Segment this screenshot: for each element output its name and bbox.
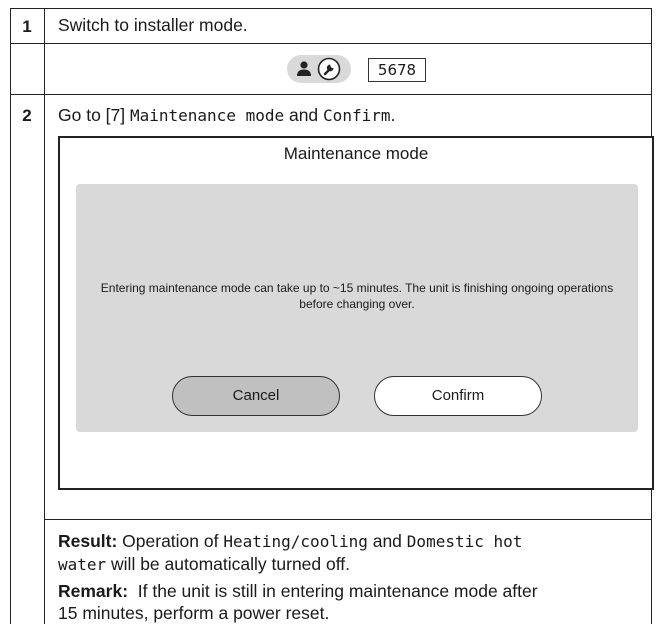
remark-line-1: If the unit is still in entering mainten… — [128, 581, 538, 601]
domestic-hot-water-name-cont: water — [58, 555, 107, 574]
result-end: will be automatically turned off. — [106, 554, 351, 574]
heating-cooling-name: Heating/cooling — [223, 532, 368, 551]
dialog-message: Entering maintenance mode can take up to… — [100, 281, 614, 311]
result-note: Result: Operation of Heating/cooling and… — [58, 530, 648, 576]
confirm-button[interactable]: Confirm — [374, 376, 542, 416]
person-icon — [297, 61, 311, 76]
remark-note: Remark: If the unit is still in entering… — [58, 580, 648, 624]
menu-name: Maintenance mode — [129, 106, 285, 125]
confirm-name: Confirm — [323, 106, 391, 125]
maintenance-dialog: Entering maintenance mode can take up to… — [76, 184, 638, 432]
cancel-button[interactable]: Cancel — [172, 376, 340, 416]
intro-suffix: . — [390, 105, 396, 125]
remark-label: Remark: — [58, 581, 129, 601]
screen-title: Maintenance mode — [283, 144, 429, 163]
domestic-hot-water-name: Domestic hot — [406, 532, 523, 551]
wrench-icon — [317, 57, 341, 81]
step-number: 2 — [22, 106, 32, 125]
pin-code: 5678 — [368, 58, 426, 82]
step-intro: Go to [7] Maintenance mode and Confirm. — [58, 104, 395, 127]
step-text: Switch to installer mode. — [58, 15, 248, 35]
result-text: Operation of — [117, 531, 224, 551]
result-and: and — [367, 531, 407, 551]
remark-line-2: 15 minutes, perform a power reset. — [58, 603, 330, 623]
user-mode-toggle — [287, 55, 351, 83]
intro-and: and — [284, 105, 324, 125]
controller-screen: Maintenance mode Entering maintenance mo… — [58, 136, 654, 490]
step-number: 1 — [22, 17, 32, 36]
result-label: Result: — [58, 531, 118, 551]
intro-prefix: Go to [7] — [58, 105, 130, 125]
